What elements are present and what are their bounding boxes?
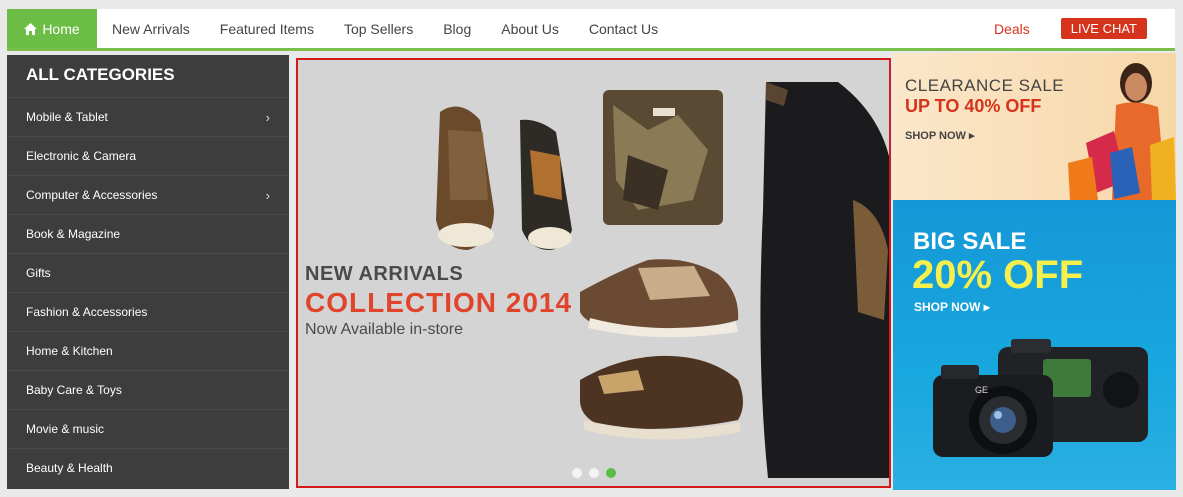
sidebar-item-label: Baby Care & Toys <box>26 383 122 397</box>
play-arrow-icon: ▸ <box>968 130 975 142</box>
slider-caption-line1: NEW ARRIVALS <box>305 263 464 285</box>
slider-caption-line3: Now Available in-store <box>305 321 464 338</box>
banner2-cta-label: SHOP NOW <box>914 300 981 314</box>
sidebar-item-label: Movie & music <box>26 422 105 436</box>
sidebar-item-beauty-health[interactable]: Beauty & Health <box>7 448 289 487</box>
nav-right: Deals LIVE CHAT <box>994 9 1175 48</box>
top-navigation: Home New Arrivals Featured Items Top Sel… <box>7 9 1175 51</box>
nav-home-label: Home <box>42 20 80 37</box>
sneaker-image <box>436 106 572 250</box>
page: Home New Arrivals Featured Items Top Sel… <box>0 0 1183 497</box>
sidebar-item-gifts[interactable]: Gifts <box>7 253 289 292</box>
deals-link[interactable]: Deals <box>994 21 1030 37</box>
black-sweatshirt-image <box>760 82 889 478</box>
sidebar-item-movie-music[interactable]: Movie & music <box>7 409 289 448</box>
slider-caption-line2: COLLECTION 2014 <box>305 287 573 318</box>
nav-link-blog[interactable]: Blog <box>443 21 471 37</box>
slider-caption: NEW ARRIVALS COLLECTION 2014 Now Availab… <box>305 263 572 339</box>
sidebar-item-fashion-accessories[interactable]: Fashion & Accessories <box>7 292 289 331</box>
sidebar-item-label: Gifts <box>26 266 51 280</box>
nav-link-new-arrivals[interactable]: New Arrivals <box>112 21 190 37</box>
sneaker-image <box>580 355 743 440</box>
live-chat-button[interactable]: LIVE CHAT <box>1060 18 1147 39</box>
camo-tshirt-image <box>603 90 723 225</box>
banner1-line1: CLEARANCE SALE <box>905 76 1065 95</box>
banner1-line2: UP TO 40% OFF <box>905 96 1042 116</box>
sidebar-item-label: Book & Magazine <box>26 227 121 241</box>
home-icon <box>24 22 38 35</box>
slider-dot[interactable] <box>572 468 582 478</box>
sidebar-item-label: Mobile & Tablet <box>26 110 108 124</box>
camera-image: GE <box>933 339 1148 457</box>
nav-link-contact-us[interactable]: Contact Us <box>589 21 658 37</box>
slider-dot-active[interactable] <box>606 468 616 478</box>
sidebar-item-label: Electronic & Camera <box>26 149 137 163</box>
banner1-shop-now-link[interactable]: SHOP NOW ▸ <box>905 129 975 142</box>
banner2-line2: 20% OFF <box>912 253 1084 297</box>
hero-slider[interactable]: NEW ARRIVALS COLLECTION 2014 Now Availab… <box>296 58 891 488</box>
sidebar-item-baby-care-toys[interactable]: Baby Care & Toys <box>7 370 289 409</box>
sidebar-item-electronic-camera[interactable]: Electronic & Camera <box>7 136 289 175</box>
banner2-line1: BIG SALE <box>913 228 1027 255</box>
big-sale-banner[interactable]: BIG SALE 20% OFF SHOP NOW ▸ GE <box>893 200 1176 490</box>
slider-dot[interactable] <box>589 468 599 478</box>
sidebar-item-home-kitchen[interactable]: Home & Kitchen <box>7 331 289 370</box>
sidebar-item-label: Computer & Accessories <box>26 188 158 202</box>
chevron-right-icon: › <box>265 187 270 203</box>
svg-text:GE: GE <box>975 385 988 395</box>
sidebar-title: ALL CATEGORIES <box>26 65 175 84</box>
nav-links: New Arrivals Featured Items Top Sellers … <box>97 9 688 48</box>
sidebar-item-mobile-tablet[interactable]: Mobile & Tablet › <box>7 97 289 136</box>
banner2-shop-now-link[interactable]: SHOP NOW ▸ <box>914 300 990 314</box>
sidebar-item-label: Fashion & Accessories <box>26 305 148 319</box>
nav-link-top-sellers[interactable]: Top Sellers <box>344 21 413 37</box>
nav-home-button[interactable]: Home <box>7 9 97 48</box>
sidebar-item-computer-accessories[interactable]: Computer & Accessories › <box>7 175 289 214</box>
clearance-sale-banner[interactable]: CLEARANCE SALE UP TO 40% OFF SHOP NOW ▸ <box>893 53 1176 200</box>
nav-link-featured-items[interactable]: Featured Items <box>220 21 314 37</box>
nav-link-about-us[interactable]: About Us <box>501 21 559 37</box>
chevron-right-icon: › <box>265 109 270 125</box>
slider-dots <box>572 468 616 478</box>
banner1-cta-label: SHOP NOW <box>905 130 966 142</box>
sidebar-item-label: Home & Kitchen <box>26 344 113 358</box>
sidebar-item-book-magazine[interactable]: Book & Magazine <box>7 214 289 253</box>
category-sidebar: ALL CATEGORIES Mobile & Tablet › Electro… <box>7 55 289 489</box>
shopping-woman-image <box>1068 63 1176 200</box>
sneaker-image <box>580 259 739 338</box>
play-arrow-icon: ▸ <box>983 300 990 314</box>
sidebar-item-label: Beauty & Health <box>26 461 113 475</box>
